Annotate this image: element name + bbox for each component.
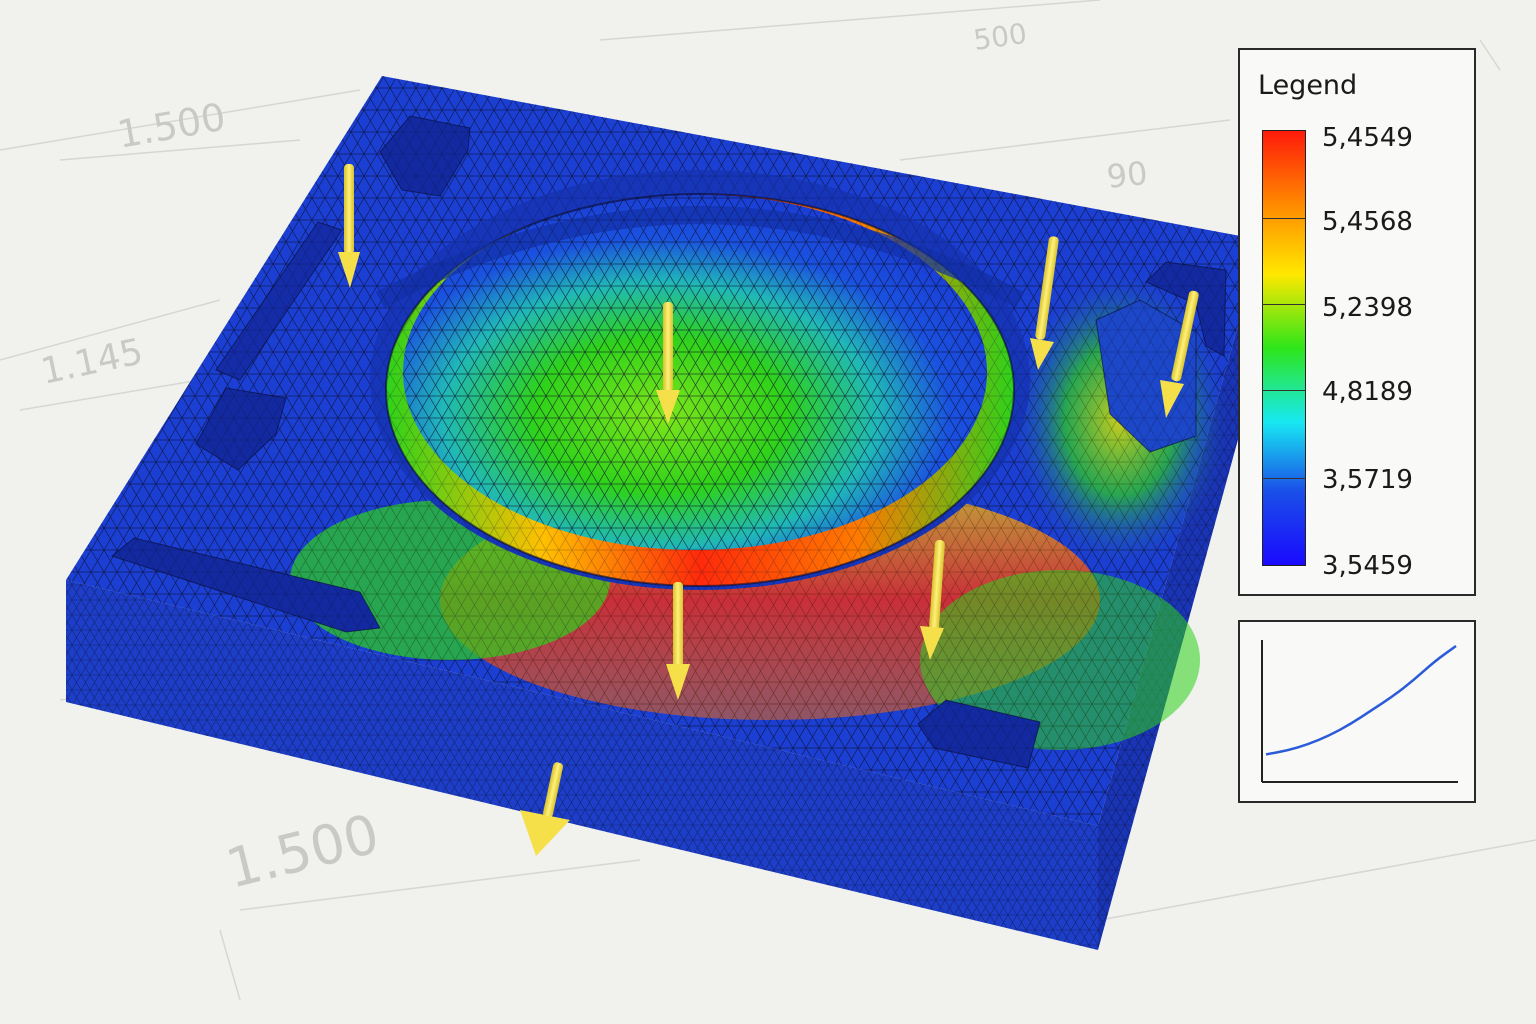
legend-tick bbox=[1262, 218, 1306, 219]
legend-panel: Legend 5,4549 5,4568 5,2398 4,8189 3,571… bbox=[1238, 48, 1476, 596]
legend-label-2: 5,4568 bbox=[1322, 207, 1413, 237]
dimension-text-2: 500 bbox=[971, 17, 1029, 57]
dimension-text-3: 90 bbox=[1105, 154, 1149, 196]
curve-panel bbox=[1238, 620, 1476, 803]
legend-tick bbox=[1262, 304, 1306, 305]
legend-label-1: 5,4549 bbox=[1322, 123, 1413, 153]
legend-color-bar bbox=[1262, 130, 1306, 566]
dimension-text-4: 1.145 bbox=[37, 331, 146, 393]
legend-tick bbox=[1262, 390, 1306, 391]
legend-label-3: 5,2398 bbox=[1322, 293, 1413, 323]
curve-chart bbox=[1261, 640, 1458, 783]
legend-title: Legend bbox=[1258, 70, 1358, 101]
legend-tick bbox=[1262, 478, 1306, 479]
legend-label-6: 3,5459 bbox=[1322, 551, 1413, 581]
fea-block bbox=[66, 76, 1262, 950]
curve-series-line bbox=[1265, 644, 1457, 756]
dimension-text-5: 1.500 bbox=[220, 802, 385, 901]
legend-label-4: 4,8189 bbox=[1322, 377, 1413, 407]
legend-label-5: 3,5719 bbox=[1322, 465, 1413, 495]
